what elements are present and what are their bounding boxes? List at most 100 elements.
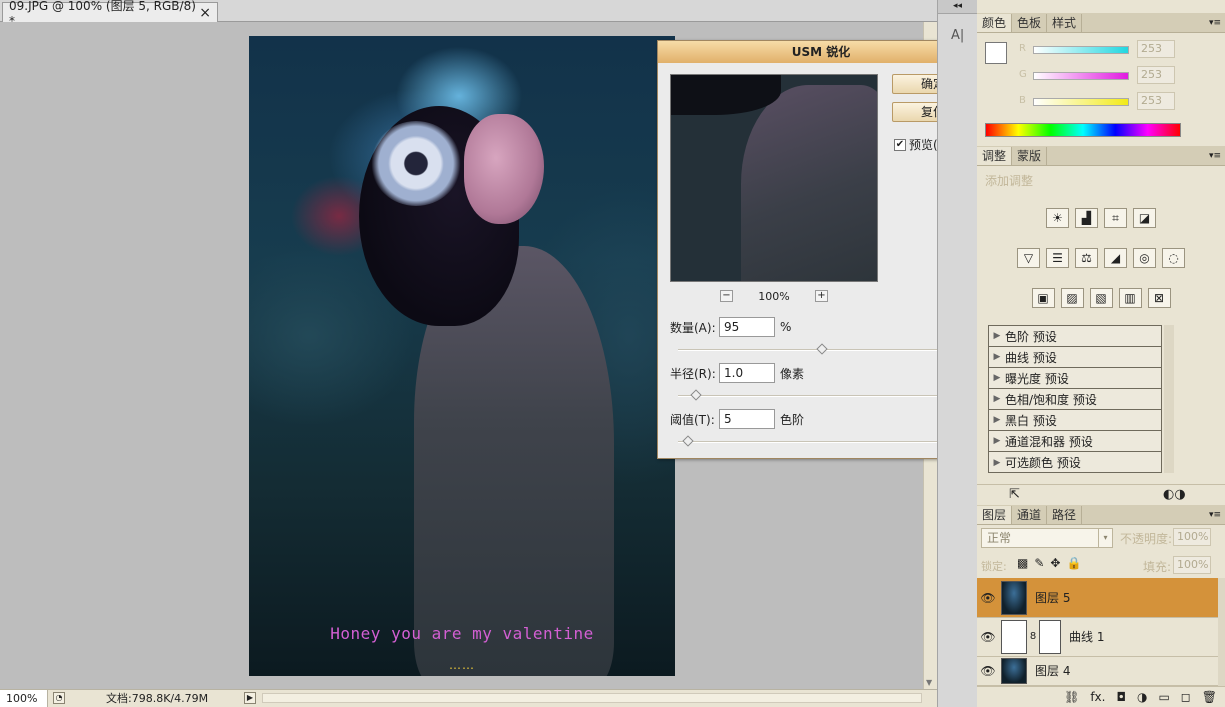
expand-triangle-icon[interactable]: ▶	[989, 394, 1005, 404]
posterize-icon[interactable]: ▨	[1060, 288, 1084, 308]
document-tab[interactable]: 09.JPG @ 100% (图层 5, RGB/8) * ×	[2, 0, 218, 28]
blue-channel-value[interactable]: 253	[1137, 92, 1175, 110]
canvas-horizontal-scrollbar[interactable]	[262, 693, 922, 703]
threshold-input[interactable]: 5	[719, 409, 775, 429]
visibility-eye-icon[interactable]: 👁	[977, 664, 999, 678]
photo-canvas[interactable]: Honey you are my valentine ……	[249, 36, 675, 676]
amount-slider-thumb[interactable]	[816, 343, 828, 355]
opacity-input[interactable]: 100%	[1173, 528, 1211, 546]
preset-levels[interactable]: ▶ 色阶 预设	[989, 326, 1161, 347]
preset-selective-color[interactable]: ▶ 可选颜色 预设	[989, 452, 1161, 473]
status-zoom-icon[interactable]: ◔	[53, 692, 65, 704]
auto-select-mask-icon[interactable]: ◐◑	[1163, 487, 1186, 502]
layer-row-curves-1[interactable]: 👁 8 曲线 1	[977, 617, 1218, 657]
layer-row-layer-4[interactable]: 👁 图层 4	[977, 656, 1218, 686]
radius-slider-thumb[interactable]	[690, 389, 702, 401]
amount-slider[interactable]	[678, 343, 966, 355]
status-doc-info[interactable]: 文档:798.8K/4.79M	[106, 690, 208, 707]
layer-mask-thumbnail[interactable]	[1039, 619, 1061, 654]
black-white-icon[interactable]: ◢	[1104, 248, 1127, 268]
zoom-out-button[interactable]: −	[720, 290, 733, 302]
layer-name[interactable]: 图层 5	[1035, 589, 1070, 606]
tab-masks[interactable]: 蒙版	[1012, 147, 1048, 165]
tab-layers[interactable]: 图层	[977, 506, 1013, 524]
chevron-down-icon[interactable]: ▾	[1098, 529, 1112, 547]
color-balance-icon[interactable]: ⚖	[1075, 248, 1098, 268]
visibility-eye-icon[interactable]: 👁	[977, 591, 999, 605]
preview-checkbox-box[interactable]: ✔	[894, 138, 906, 151]
zoom-in-button[interactable]: +	[814, 290, 828, 302]
tab-adjustments[interactable]: 调整	[977, 147, 1013, 165]
expand-triangle-icon[interactable]: ▶	[989, 352, 1005, 362]
layer-row-layer-5[interactable]: 👁 图层 5	[977, 578, 1218, 618]
expand-triangle-icon[interactable]: ▶	[989, 458, 1005, 468]
link-layers-icon[interactable]: ⛓	[1064, 690, 1079, 704]
selective-color-icon[interactable]: ⊠	[1147, 288, 1171, 308]
threshold-slider[interactable]	[678, 435, 966, 447]
dialog-titlebar[interactable]: USM 锐化 ×	[658, 41, 984, 63]
preset-curves[interactable]: ▶ 曲线 预设	[989, 347, 1161, 368]
foreground-color-swatch[interactable]	[985, 42, 1007, 64]
photo-filter-icon[interactable]: ◎	[1133, 248, 1156, 268]
layer-style-fx-icon[interactable]: fx.	[1090, 690, 1105, 704]
threshold-icon[interactable]: ▧	[1089, 288, 1113, 308]
green-channel-value[interactable]: 253	[1137, 66, 1175, 84]
adjustments-panel-menu-icon[interactable]: ▾≡	[1209, 147, 1221, 165]
new-group-icon[interactable]: ▭	[1158, 690, 1169, 704]
delete-layer-icon[interactable]: 🗑	[1202, 690, 1217, 704]
tab-paths[interactable]: 路径	[1047, 506, 1083, 524]
layers-panel-menu-icon[interactable]: ▾≡	[1209, 506, 1221, 524]
vibrance-icon[interactable]: ▽	[1017, 248, 1040, 268]
expand-view-icon[interactable]: ⇱	[1009, 487, 1020, 502]
lock-icons[interactable]: ▩✎✥🔒	[1017, 556, 1087, 570]
hue-saturation-icon[interactable]: ☰	[1046, 248, 1069, 268]
preset-hue-saturation[interactable]: ▶ 色相/饱和度 预设	[989, 389, 1161, 410]
gradient-map-icon[interactable]: ▥	[1118, 288, 1142, 308]
tab-styles[interactable]: 样式	[1047, 14, 1083, 32]
character-panel-icon[interactable]: A|	[951, 28, 977, 43]
blue-channel-slider[interactable]	[1033, 98, 1129, 106]
mask-link-icon[interactable]: 8	[1027, 631, 1039, 642]
radius-input[interactable]: 1.0	[719, 363, 775, 383]
red-channel-slider[interactable]	[1033, 46, 1129, 54]
threshold-slider-thumb[interactable]	[681, 435, 694, 447]
new-adjustment-layer-icon[interactable]: ◑	[1137, 690, 1147, 704]
status-menu-arrow-icon[interactable]: ▶	[244, 692, 256, 704]
invert-icon[interactable]: ▣	[1031, 288, 1055, 308]
scroll-down-arrow-icon[interactable]: ▼	[926, 678, 932, 687]
green-channel-slider[interactable]	[1033, 72, 1129, 80]
new-layer-icon[interactable]: ◻	[1181, 690, 1191, 704]
tab-color[interactable]: 颜色	[977, 14, 1013, 32]
color-spectrum-bar[interactable]	[985, 123, 1181, 137]
expand-triangle-icon[interactable]: ▶	[989, 373, 1005, 383]
exposure-icon[interactable]: ◪	[1133, 208, 1156, 228]
fill-input[interactable]: 100%	[1173, 556, 1211, 574]
blend-mode-select[interactable]: 正常 ▾	[981, 528, 1113, 548]
add-mask-icon[interactable]: ◘	[1116, 690, 1126, 704]
expand-triangle-icon[interactable]: ▶	[989, 436, 1005, 446]
layer-name[interactable]: 图层 4	[1035, 662, 1070, 679]
levels-icon[interactable]: ▟	[1075, 208, 1098, 228]
visibility-eye-icon[interactable]: 👁	[977, 630, 999, 644]
preset-channel-mixer[interactable]: ▶ 通道混和器 预设	[989, 431, 1161, 452]
tab-channels[interactable]: 通道	[1012, 506, 1048, 524]
close-document-icon[interactable]: ×	[199, 5, 211, 21]
color-panel-menu-icon[interactable]: ▾≡	[1209, 14, 1221, 32]
brightness-contrast-icon[interactable]: ☀	[1046, 208, 1069, 228]
preset-black-white[interactable]: ▶ 黑白 预设	[989, 410, 1161, 431]
channel-mixer-icon[interactable]: ◌	[1162, 248, 1185, 268]
expand-panels-icon[interactable]: ◂◂	[938, 0, 977, 14]
radius-slider[interactable]	[678, 389, 966, 401]
expand-triangle-icon[interactable]: ▶	[989, 331, 1005, 341]
layers-scrollbar[interactable]	[1218, 578, 1225, 686]
curves-icon[interactable]: ⌗	[1104, 208, 1127, 228]
amount-input[interactable]: 95	[719, 317, 775, 337]
expand-triangle-icon[interactable]: ▶	[989, 415, 1005, 425]
preset-exposure[interactable]: ▶ 曝光度 预设	[989, 368, 1161, 389]
tab-swatches[interactable]: 色板	[1012, 14, 1048, 32]
status-zoom-field[interactable]: 100%	[0, 690, 48, 707]
layer-name[interactable]: 曲线 1	[1069, 628, 1104, 645]
adjustments-scrollbar[interactable]	[1164, 325, 1174, 473]
dialog-preview-image[interactable]	[670, 74, 878, 282]
red-channel-value[interactable]: 253	[1137, 40, 1175, 58]
